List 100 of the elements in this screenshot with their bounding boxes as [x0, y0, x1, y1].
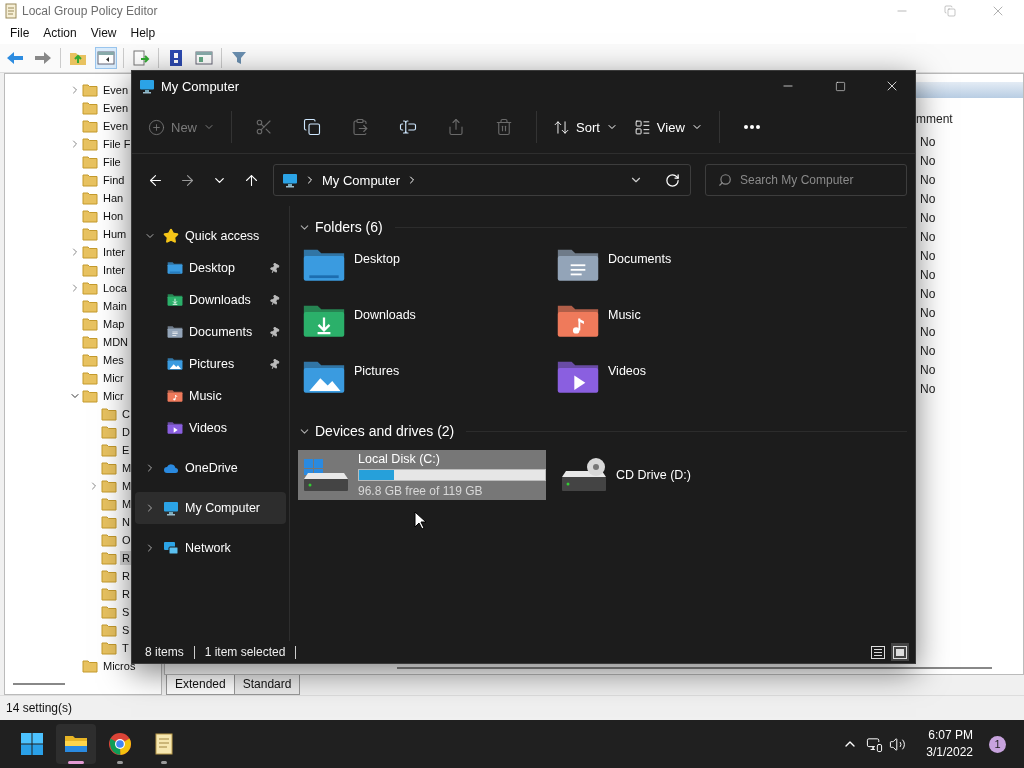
nav-item[interactable]: Pictures — [135, 348, 286, 380]
drive-item[interactable]: Local Disk (C:) 96.8 GB free of 119 GB — [298, 450, 546, 500]
tree-item[interactable]: Mes — [101, 353, 126, 367]
table-cell-text: No — [919, 305, 937, 320]
share-icon — [447, 118, 465, 136]
scrollbar-thumb[interactable] — [397, 667, 992, 669]
folder-icon — [101, 623, 117, 637]
export-button[interactable] — [130, 47, 152, 69]
tree-item[interactable]: Inter — [101, 263, 127, 277]
folder-icon — [82, 317, 98, 331]
tree-item[interactable]: Micr — [101, 371, 126, 385]
folder-item[interactable]: Pictures — [298, 354, 552, 410]
folder-item[interactable]: Documents — [552, 242, 806, 298]
tab[interactable]: Standard — [233, 675, 301, 695]
status-text: 14 setting(s) — [6, 701, 73, 715]
address-bar[interactable]: My Computer — [273, 164, 691, 196]
tree-item[interactable]: M — [120, 479, 134, 493]
restore-icon — [944, 5, 956, 17]
folder-icon — [101, 569, 117, 583]
tree-item[interactable]: File — [101, 155, 123, 169]
tree-item[interactable]: Han — [101, 191, 126, 205]
tree-item[interactable]: Inter — [101, 245, 127, 259]
tree-item[interactable]: R — [120, 587, 132, 601]
tree-item[interactable]: Even — [101, 101, 131, 115]
taskbar-app[interactable] — [56, 724, 96, 764]
search-icon — [718, 173, 732, 187]
arrow-right-icon — [34, 51, 52, 65]
tree-item[interactable]: Main — [101, 299, 129, 313]
tree-item[interactable]: E — [120, 443, 132, 457]
menu-item[interactable]: Action — [36, 24, 84, 42]
folder-item[interactable]: Videos — [552, 354, 806, 410]
table-cell-text: No — [919, 172, 937, 187]
search-input[interactable]: Search My Computer — [740, 165, 906, 195]
tree-item[interactable]: Micr — [101, 389, 126, 403]
nav-item[interactable]: Desktop — [135, 252, 286, 284]
nav-item[interactable]: Documents — [135, 316, 286, 348]
group-title: Devices and drives (2) — [315, 423, 455, 439]
folder-item[interactable]: Music — [552, 298, 806, 354]
status-text: 1 item selected — [204, 645, 286, 659]
folder-item[interactable]: Downloads — [298, 298, 552, 354]
folder-item[interactable]: Desktop — [298, 242, 552, 298]
tree-item[interactable]: R — [120, 551, 132, 565]
nav-item[interactable]: My Computer — [135, 492, 286, 524]
folder-icon — [82, 101, 98, 115]
tree-item[interactable]: S — [120, 605, 132, 619]
tree-item[interactable]: Even — [101, 83, 131, 97]
nav-item[interactable]: Network — [135, 532, 286, 564]
folder-icon — [82, 353, 98, 367]
volume-icon[interactable] — [889, 735, 907, 753]
nav-item[interactable]: OneDrive — [135, 452, 286, 484]
browser-icon — [108, 732, 132, 756]
tree-item[interactable]: Loca — [101, 281, 129, 295]
tree-item[interactable]: S — [120, 623, 132, 637]
folder-icon — [82, 191, 98, 205]
table-cell-text: No — [919, 324, 937, 339]
nav-item[interactable]: Videos — [135, 412, 286, 444]
breadcrumb[interactable]: My Computer — [322, 172, 401, 188]
network-icon — [163, 540, 179, 556]
notification-badge[interactable]: 1 — [989, 735, 1006, 753]
tree-toggle-button[interactable] — [95, 47, 117, 69]
sort-button[interactable]: Sort — [547, 110, 624, 144]
tab[interactable]: Extended — [166, 675, 235, 695]
details-view-button[interactable] — [869, 643, 887, 661]
menu-item[interactable]: File — [3, 24, 37, 42]
tree-item[interactable]: D — [120, 425, 132, 439]
tree-item[interactable]: T — [120, 641, 131, 655]
tree-item[interactable]: Find — [101, 173, 127, 187]
menu-item[interactable]: View — [83, 24, 124, 42]
tree-item[interactable]: R — [120, 569, 132, 583]
tree-item[interactable]: Hon — [101, 209, 126, 223]
folder-icon — [167, 357, 183, 371]
tree-item[interactable]: O — [120, 533, 133, 547]
trash-icon — [495, 118, 513, 136]
clock[interactable]: 6:07 PM 3/1/2022 — [926, 727, 973, 761]
scrollbar-thumb[interactable] — [13, 683, 65, 685]
tree-item[interactable]: Hum — [101, 227, 129, 241]
nav-item[interactable]: Quick access — [135, 220, 286, 252]
refresh-icon[interactable] — [665, 172, 680, 188]
folder-icon — [82, 173, 98, 187]
tree-item[interactable]: M — [120, 461, 134, 475]
folder-icon — [101, 587, 117, 601]
export-icon — [132, 50, 150, 66]
tree-item[interactable]: M — [120, 497, 134, 511]
clipboard-icon — [351, 118, 369, 136]
sort-icon — [553, 118, 570, 136]
tree-item[interactable]: File F — [101, 137, 133, 151]
tree-item[interactable]: C — [120, 407, 132, 421]
tiles-view-button[interactable] — [891, 643, 909, 661]
tree-item[interactable]: N — [120, 515, 132, 529]
view-button[interactable]: View — [627, 110, 709, 144]
tree-item[interactable]: Even — [101, 119, 131, 133]
tree-item[interactable]: Micros — [101, 659, 138, 673]
drive-item[interactable]: CD Drive (D:) — [556, 450, 804, 500]
menu-item[interactable]: Help — [123, 24, 163, 42]
nav-item[interactable]: Downloads — [135, 284, 286, 316]
tree-item[interactable]: MDN — [101, 335, 131, 349]
network-icon[interactable] — [866, 735, 884, 753]
nav-item[interactable]: Music — [135, 380, 286, 412]
search-field[interactable]: Search My Computer — [705, 164, 907, 196]
tree-item[interactable]: Map — [101, 317, 127, 331]
